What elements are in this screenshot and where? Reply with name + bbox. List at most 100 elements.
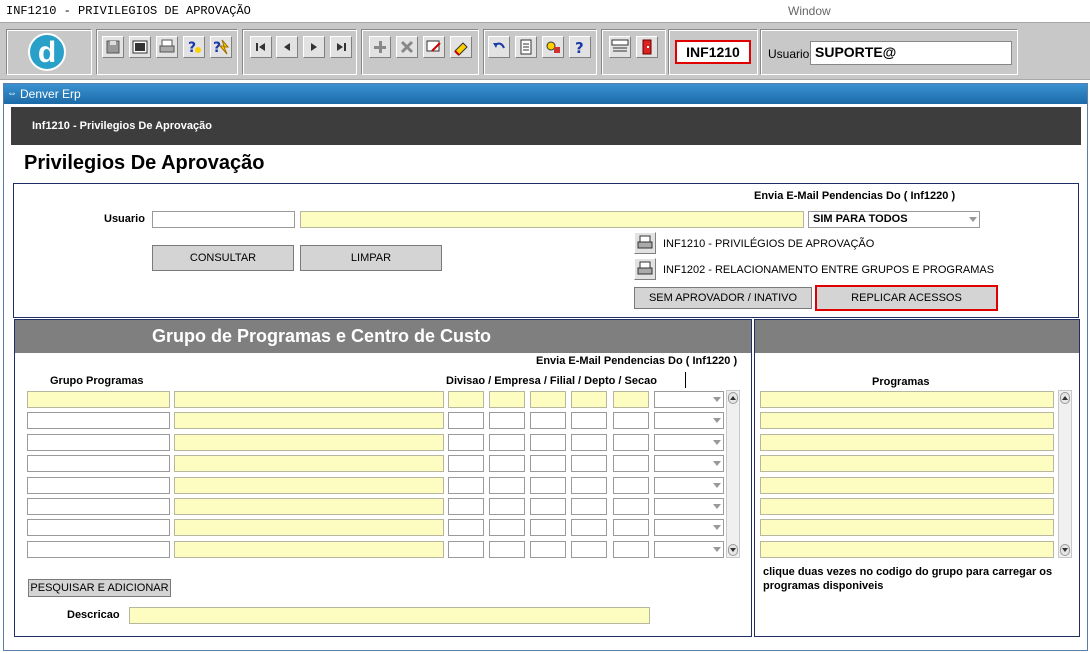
scroll-up-icon[interactable] xyxy=(728,392,738,404)
menu-icon[interactable] xyxy=(609,36,631,58)
grupo-code-cell[interactable] xyxy=(27,519,170,537)
scroll-up-icon[interactable] xyxy=(1060,392,1070,404)
empresa-cell[interactable] xyxy=(489,455,525,473)
programas-scrollbar[interactable] xyxy=(1058,390,1072,558)
depto-cell[interactable] xyxy=(571,519,607,537)
consultar-button[interactable]: CONSULTAR xyxy=(152,245,294,271)
save-icon[interactable] xyxy=(102,36,124,58)
filial-cell[interactable] xyxy=(530,476,566,494)
programa-cell[interactable] xyxy=(760,476,1054,494)
depto-cell[interactable] xyxy=(571,412,607,430)
divisao-cell[interactable] xyxy=(448,498,484,515)
grupo-code-cell[interactable] xyxy=(27,433,170,451)
filial-cell[interactable] xyxy=(530,498,566,515)
filial-cell[interactable] xyxy=(530,540,566,558)
depto-cell[interactable] xyxy=(571,433,607,451)
grupo-desc-cell[interactable] xyxy=(174,412,444,430)
limpar-button[interactable]: LIMPAR xyxy=(300,245,442,271)
filial-cell[interactable] xyxy=(530,391,566,408)
divisao-cell[interactable] xyxy=(448,412,484,430)
secao-cell[interactable] xyxy=(613,391,649,408)
filial-cell[interactable] xyxy=(530,412,566,430)
secao-cell[interactable] xyxy=(613,433,649,451)
email-row-select[interactable] xyxy=(654,498,724,515)
sem-aprovador-button[interactable]: SEM APROVADOR / INATIVO xyxy=(634,287,812,309)
secao-cell[interactable] xyxy=(613,476,649,494)
first-record-icon[interactable] xyxy=(250,36,272,58)
list-icon[interactable] xyxy=(515,36,537,58)
grupo-code-cell[interactable] xyxy=(27,391,170,408)
grupo-code-cell[interactable] xyxy=(27,498,170,515)
programa-cell[interactable] xyxy=(760,412,1054,430)
grupo-desc-cell[interactable] xyxy=(174,391,444,408)
email-row-select[interactable] xyxy=(654,433,724,451)
email-row-select[interactable] xyxy=(654,519,724,537)
print-icon[interactable] xyxy=(156,36,178,58)
clear-form-icon[interactable] xyxy=(129,36,151,58)
delete-record-icon[interactable] xyxy=(396,36,418,58)
next-record-icon[interactable] xyxy=(303,36,325,58)
programa-cell[interactable] xyxy=(760,433,1054,451)
help-icon[interactable]: ? xyxy=(569,36,591,58)
divisao-cell[interactable] xyxy=(448,433,484,451)
scroll-down-icon[interactable] xyxy=(1060,544,1070,556)
empresa-cell[interactable] xyxy=(489,412,525,430)
email-row-select[interactable] xyxy=(654,412,724,430)
grupo-code-cell[interactable] xyxy=(27,455,170,473)
divisao-cell[interactable] xyxy=(448,391,484,408)
execute-query-icon[interactable]: ? xyxy=(210,36,232,58)
empresa-cell[interactable] xyxy=(489,433,525,451)
previous-record-icon[interactable] xyxy=(276,36,298,58)
divisao-cell[interactable] xyxy=(448,519,484,537)
empresa-cell[interactable] xyxy=(489,498,525,515)
user-field[interactable]: SUPORTE@ xyxy=(810,41,1012,65)
programa-cell[interactable] xyxy=(760,519,1054,537)
divisao-cell[interactable] xyxy=(448,540,484,558)
email-pendencias-select[interactable]: SIM PARA TODOS xyxy=(808,211,980,228)
tools-icon[interactable] xyxy=(542,36,564,58)
grupo-desc-cell[interactable] xyxy=(174,498,444,515)
grupo-code-cell[interactable] xyxy=(27,540,170,558)
secao-cell[interactable] xyxy=(613,519,649,537)
programa-cell[interactable] xyxy=(760,391,1054,408)
report-inf1210-button[interactable] xyxy=(634,232,656,254)
insert-record-icon[interactable] xyxy=(369,36,391,58)
programa-cell[interactable] xyxy=(760,498,1054,515)
filial-cell[interactable] xyxy=(530,519,566,537)
depto-cell[interactable] xyxy=(571,476,607,494)
depto-cell[interactable] xyxy=(571,498,607,515)
exit-icon[interactable] xyxy=(636,36,658,58)
secao-cell[interactable] xyxy=(613,498,649,515)
empresa-cell[interactable] xyxy=(489,391,525,408)
grupo-scrollbar[interactable] xyxy=(726,390,740,558)
depto-cell[interactable] xyxy=(571,455,607,473)
grupo-code-cell[interactable] xyxy=(27,476,170,494)
filial-cell[interactable] xyxy=(530,433,566,451)
scroll-down-icon[interactable] xyxy=(728,544,738,556)
descricao-field[interactable] xyxy=(129,607,650,624)
divisao-cell[interactable] xyxy=(448,476,484,494)
filial-cell[interactable] xyxy=(530,455,566,473)
replicar-acessos-button[interactable]: REPLICAR ACESSOS xyxy=(815,285,998,311)
pesquisar-adicionar-button[interactable]: PESQUISAR E ADICIONAR xyxy=(28,579,171,597)
edit-icon[interactable] xyxy=(423,36,445,58)
report-inf1202-button[interactable] xyxy=(634,258,656,280)
email-row-select[interactable] xyxy=(654,391,724,408)
grupo-desc-cell[interactable] xyxy=(174,455,444,473)
secao-cell[interactable] xyxy=(613,412,649,430)
email-row-select[interactable] xyxy=(654,476,724,494)
secao-cell[interactable] xyxy=(613,540,649,558)
window-menu[interactable]: Window xyxy=(788,4,831,18)
email-row-select[interactable] xyxy=(654,455,724,473)
query-icon[interactable]: ? xyxy=(183,36,205,58)
grupo-code-cell[interactable] xyxy=(27,412,170,430)
clear-record-icon[interactable] xyxy=(450,36,472,58)
empresa-cell[interactable] xyxy=(489,476,525,494)
grupo-desc-cell[interactable] xyxy=(174,540,444,558)
divisao-cell[interactable] xyxy=(448,455,484,473)
email-row-select[interactable] xyxy=(654,540,724,558)
grupo-desc-cell[interactable] xyxy=(174,433,444,451)
grupo-desc-cell[interactable] xyxy=(174,519,444,537)
last-record-icon[interactable] xyxy=(330,36,352,58)
secao-cell[interactable] xyxy=(613,455,649,473)
